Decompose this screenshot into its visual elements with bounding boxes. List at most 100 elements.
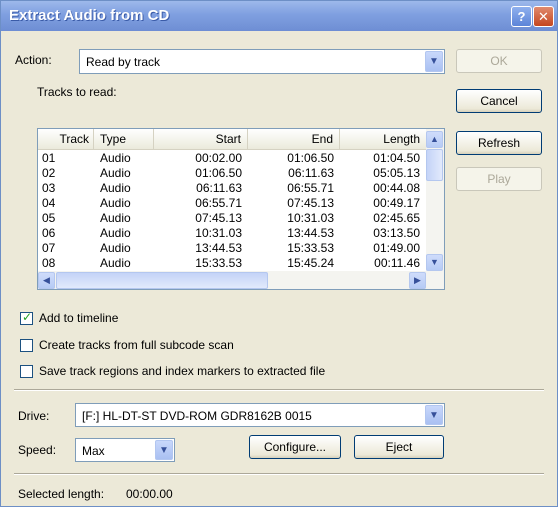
cell-type: Audio [100, 196, 131, 210]
cell-length: 00:44.08 [373, 181, 420, 195]
title-bar[interactable]: Extract Audio from CD ? ✕ [1, 1, 557, 31]
cell-track: 04 [42, 196, 56, 210]
checkmark-icon: ✓ [22, 310, 33, 324]
help-icon: ? [517, 9, 526, 24]
save-regions-label[interactable]: Save track regions and index markers to … [39, 364, 325, 378]
window-title: Extract Audio from CD [9, 7, 170, 24]
cell-start: 13:44.53 [195, 241, 242, 255]
chevron-down-icon: ▼ [155, 440, 173, 460]
cell-length: 00:49.17 [373, 196, 420, 210]
cell-end: 07:45.13 [287, 196, 334, 210]
tracks-to-read-label: Tracks to read: [37, 85, 117, 99]
cell-start: 06:55.71 [195, 196, 242, 210]
extract-audio-dialog: Extract Audio from CD ? ✕ Action: Read b… [0, 0, 558, 507]
cell-type: Audio [100, 151, 131, 165]
cell-end: 01:06.50 [287, 151, 334, 165]
cell-start: 00:02.00 [195, 151, 242, 165]
cell-end: 06:55.71 [287, 181, 334, 195]
drive-dropdown[interactable]: [F:] HL-DT-ST DVD-ROM GDR8162B 0015 ▼ [75, 403, 445, 427]
cell-length: 00:11.46 [374, 256, 420, 270]
separator-1 [14, 389, 544, 391]
selected-length-label: Selected length: [18, 487, 105, 501]
cell-start: 06:11.63 [196, 181, 242, 195]
scroll-right-icon[interactable]: ▶ [409, 272, 426, 289]
cell-track: 05 [42, 211, 56, 225]
table-row[interactable]: 01 Audio 00:02.00 01:06.50 01:04.50 [38, 151, 426, 166]
cell-type: Audio [100, 181, 131, 195]
add-to-timeline-checkbox[interactable]: ✓ [20, 310, 33, 325]
cell-type: Audio [100, 241, 131, 255]
cell-length: 02:45.65 [373, 211, 420, 225]
tracks-list-header: Track Type Start End Length [38, 129, 426, 150]
column-header-length[interactable]: Length [340, 129, 426, 149]
action-value: Read by track [86, 55, 161, 69]
create-tracks-checkbox[interactable] [20, 339, 33, 352]
action-dropdown[interactable]: Read by track ▼ [79, 49, 445, 74]
play-button[interactable]: Play [456, 167, 542, 191]
chevron-down-icon: ▼ [425, 405, 443, 425]
table-row[interactable]: 04 Audio 06:55.71 07:45.13 00:49.17 [38, 196, 426, 211]
cell-type: Audio [100, 166, 131, 180]
drive-label: Drive: [18, 409, 50, 423]
cell-type: Audio [100, 211, 131, 225]
eject-button[interactable]: Eject [354, 435, 444, 459]
add-to-timeline-label[interactable]: Add to timeline [39, 311, 118, 325]
speed-label: Speed: [18, 443, 57, 457]
tracks-list[interactable]: Track Type Start End Length 01 Audio 00:02… [37, 128, 445, 290]
scroll-left-icon[interactable]: ◀ [38, 272, 55, 289]
cell-track: 07 [42, 241, 56, 255]
horizontal-scroll-thumb[interactable] [56, 272, 268, 289]
vertical-scrollbar[interactable]: ▲ ▼ [426, 129, 444, 271]
column-header-start[interactable]: Start [154, 129, 248, 149]
configure-button[interactable]: Configure... [249, 435, 341, 459]
horizontal-scrollbar[interactable]: ◀ ▶ [38, 271, 444, 289]
cell-track: 01 [42, 151, 56, 165]
cell-length: 01:49.00 [373, 241, 420, 255]
close-button[interactable]: ✕ [533, 6, 554, 27]
table-row[interactable]: 07 Audio 13:44.53 15:33.53 01:49.00 [38, 241, 426, 256]
cell-track: 08 [42, 256, 56, 270]
action-label: Action: [15, 53, 52, 67]
scroll-up-icon[interactable]: ▲ [426, 131, 443, 148]
cell-start: 15:33.53 [195, 256, 242, 270]
drive-value: [F:] HL-DT-ST DVD-ROM GDR8162B 0015 [82, 409, 312, 423]
separator-2 [14, 473, 544, 475]
cell-track: 03 [42, 181, 56, 195]
cell-end: 10:31.03 [287, 211, 334, 225]
ok-button[interactable]: OK [456, 49, 542, 73]
cell-length: 05:05.13 [373, 166, 420, 180]
refresh-button[interactable]: Refresh [456, 131, 542, 155]
cancel-button[interactable]: Cancel [456, 89, 542, 113]
cell-type: Audio [100, 226, 131, 240]
column-header-track[interactable]: Track [38, 129, 94, 149]
create-tracks-label[interactable]: Create tracks from full subcode scan [39, 338, 234, 352]
cell-end: 15:33.53 [287, 241, 334, 255]
cell-start: 01:06.50 [195, 166, 242, 180]
table-row[interactable]: 08 Audio 15:33.53 15:45.24 00:11.46 [38, 256, 426, 271]
scroll-thumb[interactable] [426, 149, 443, 181]
help-button[interactable]: ? [511, 6, 532, 27]
cell-track: 02 [42, 166, 56, 180]
scroll-down-icon[interactable]: ▼ [426, 254, 443, 271]
cell-end: 13:44.53 [287, 226, 334, 240]
table-row[interactable]: 03 Audio 06:11.63 06:55.71 00:44.08 [38, 181, 426, 196]
close-icon: ✕ [538, 9, 549, 24]
cell-type: Audio [100, 256, 131, 270]
speed-value: Max [82, 444, 105, 458]
table-row[interactable]: 06 Audio 10:31.03 13:44.53 03:13.50 [38, 226, 426, 241]
table-row[interactable]: 05 Audio 07:45.13 10:31.03 02:45.65 [38, 211, 426, 226]
save-regions-checkbox[interactable] [20, 365, 33, 378]
speed-dropdown[interactable]: Max ▼ [75, 438, 175, 462]
selected-length-value: 00:00.00 [126, 487, 173, 501]
cell-end: 15:45.24 [287, 256, 334, 270]
cell-length: 01:04.50 [373, 151, 420, 165]
column-header-type[interactable]: Type [94, 129, 154, 149]
cell-length: 03:13.50 [373, 226, 420, 240]
cell-end: 06:11.63 [288, 166, 334, 180]
cell-start: 07:45.13 [195, 211, 242, 225]
column-header-end[interactable]: End [248, 129, 340, 149]
table-row[interactable]: 02 Audio 01:06.50 06:11.63 05:05.13 [38, 166, 426, 181]
chevron-down-icon: ▼ [425, 51, 443, 72]
cell-start: 10:31.03 [195, 226, 242, 240]
cell-track: 06 [42, 226, 56, 240]
